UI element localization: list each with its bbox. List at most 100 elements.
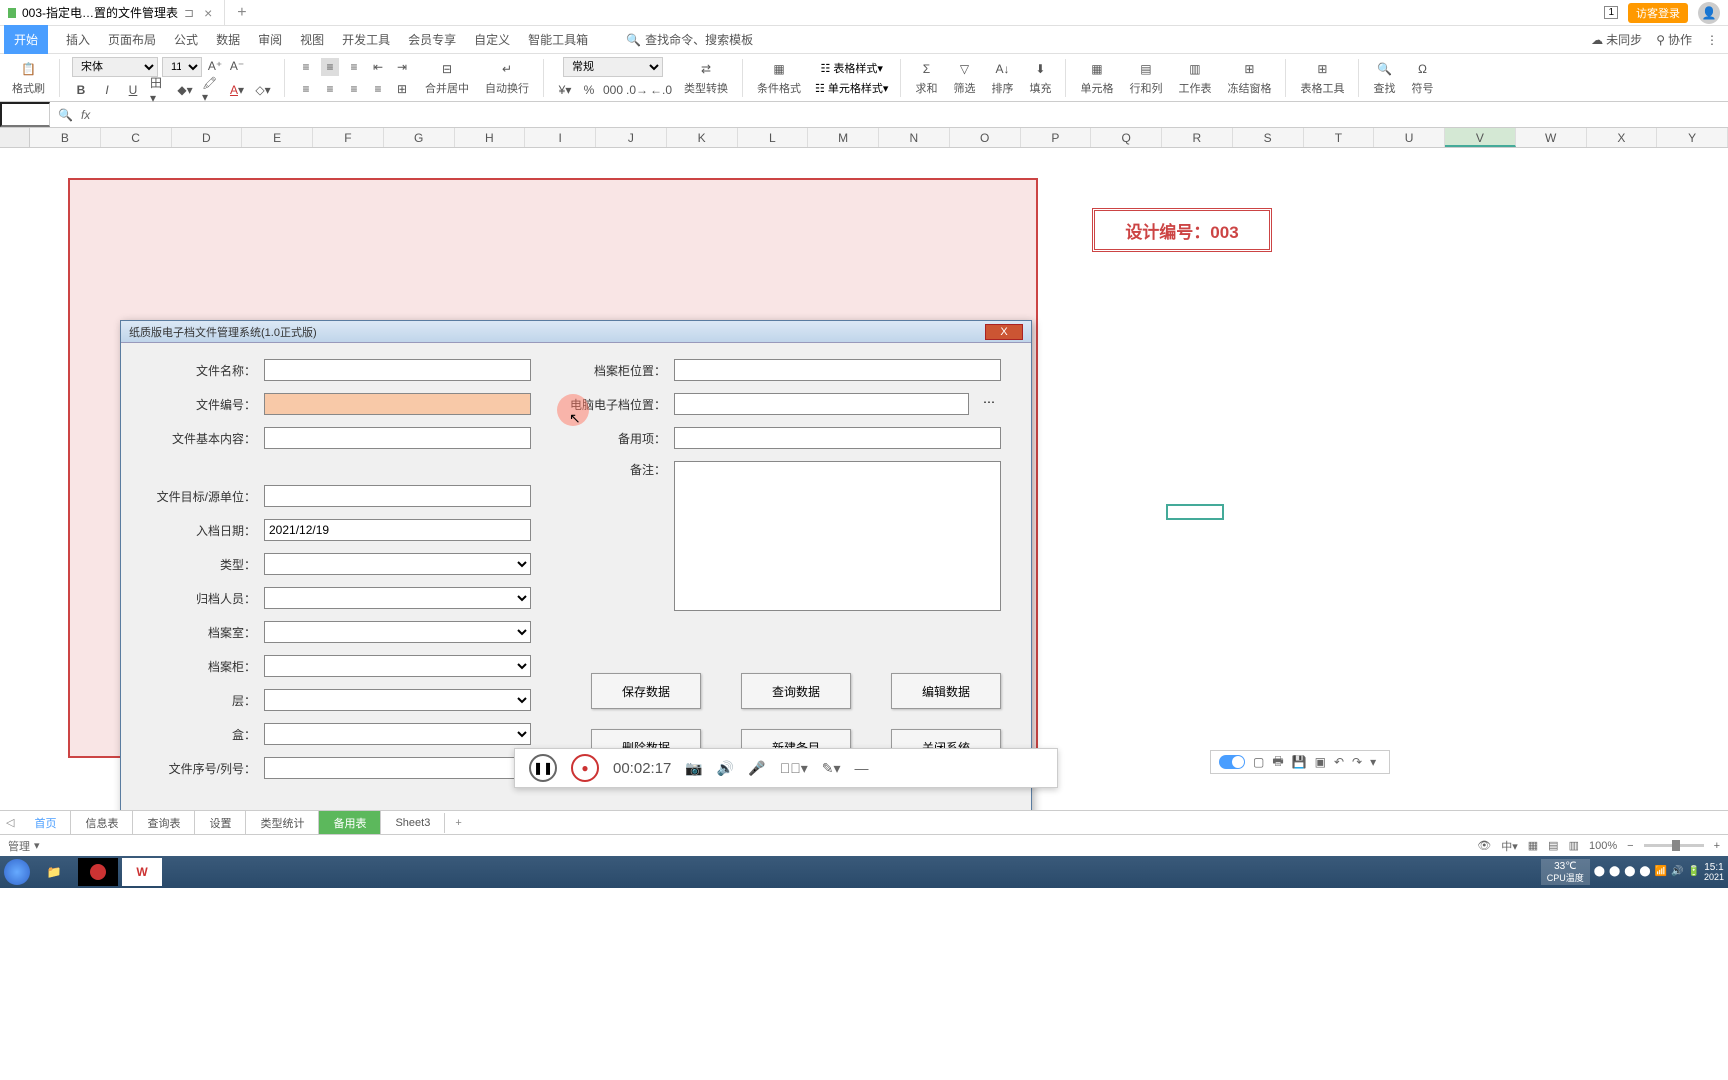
speaker-icon[interactable]: 🔊 — [717, 760, 734, 777]
sheet-info[interactable]: 信息表 — [71, 811, 133, 835]
menu-insert[interactable]: 插入 — [66, 31, 90, 48]
view-page-icon[interactable]: ▥ — [1569, 839, 1579, 852]
col-S[interactable]: S — [1233, 128, 1304, 147]
add-sheet-button[interactable]: + — [445, 817, 471, 829]
col-K[interactable]: K — [667, 128, 738, 147]
menu-smart[interactable]: 智能工具箱 — [528, 31, 588, 48]
name-box[interactable] — [0, 102, 50, 127]
new-tab-button[interactable]: + — [225, 4, 258, 22]
mic-icon[interactable]: 🎤 — [748, 760, 765, 777]
toggle-switch[interactable] — [1219, 755, 1245, 769]
sheet-area[interactable]: 设计编号：003 纸质版电子档文件管理系统(1.0正式版) X 文件名称： 文件… — [0, 148, 1728, 788]
menu-data[interactable]: 数据 — [216, 31, 240, 48]
tray-volume-icon[interactable]: 🔊 — [1671, 866, 1683, 877]
record-button[interactable]: ● — [571, 754, 599, 782]
worksheet-icon[interactable]: ▥ — [1186, 60, 1204, 78]
recording-toolbar[interactable]: ❚❚ ● 00:02:17 📷 🔊 🎤 🎤⃠▾ ✎▾ — — [514, 748, 1058, 788]
indent-dec-icon[interactable]: ⇤ — [369, 58, 387, 76]
loc-input[interactable] — [674, 359, 1001, 381]
box-select[interactable] — [264, 723, 531, 745]
col-G[interactable]: G — [384, 128, 455, 147]
number-format-select[interactable]: 常规 — [563, 57, 663, 77]
inc-decimal-icon[interactable]: .0→ — [628, 81, 646, 99]
underline-icon[interactable]: U — [124, 81, 142, 99]
clock-widget[interactable]: 15:12021 — [1704, 862, 1724, 883]
increase-font-icon[interactable]: A⁺ — [206, 57, 224, 75]
format-painter[interactable]: 格式刷 — [12, 80, 45, 96]
highlight-icon[interactable]: 🖍▾ — [202, 81, 220, 99]
paste-icon[interactable]: 📋 — [20, 60, 38, 78]
col-B[interactable]: B — [30, 128, 101, 147]
col-Y[interactable]: Y — [1657, 128, 1728, 147]
font-family-select[interactable]: 宋体 — [72, 57, 158, 77]
filter-icon[interactable]: ▽ — [955, 60, 973, 78]
menu-devtools[interactable]: 开发工具 — [342, 31, 390, 48]
sync-status[interactable]: ☁ 未同步 — [1591, 31, 1642, 48]
col-W[interactable]: W — [1516, 128, 1587, 147]
layer-select[interactable] — [264, 689, 531, 711]
col-I[interactable]: I — [525, 128, 596, 147]
camera-icon[interactable]: 📷 — [685, 760, 702, 777]
rowcol-icon[interactable]: ▤ — [1137, 60, 1155, 78]
dialog-close-button[interactable]: X — [985, 324, 1023, 340]
col-R[interactable]: R — [1162, 128, 1233, 147]
pen-icon[interactable]: ✎▾ — [822, 760, 841, 777]
tray-icon-1[interactable]: ⬤ — [1594, 866, 1605, 877]
align-right-icon[interactable]: ≡ — [345, 80, 363, 98]
symbol-icon[interactable]: Ω — [1413, 60, 1431, 78]
filename-input[interactable] — [264, 359, 531, 381]
sheet-settings[interactable]: 设置 — [195, 811, 246, 835]
login-button[interactable]: 访客登录 — [1628, 3, 1688, 23]
sheet-nav-prev[interactable]: ◁ — [0, 816, 20, 829]
eloc-input[interactable] — [674, 393, 969, 415]
zoom-out-button[interactable]: − — [1627, 840, 1633, 852]
sheet-home[interactable]: 首页 — [20, 811, 71, 835]
wrap-icon[interactable]: ↵ — [498, 60, 516, 78]
mic-off-icon[interactable]: 🎤⃠▾ — [780, 760, 808, 777]
menu-more-icon[interactable]: ⋮ — [1706, 31, 1718, 48]
col-H[interactable]: H — [455, 128, 526, 147]
table-tools-icon[interactable]: ⊞ — [1313, 60, 1331, 78]
menu-formula[interactable]: 公式 — [174, 31, 198, 48]
fill-color-icon[interactable]: ◆▾ — [176, 81, 194, 99]
fill-icon[interactable]: ⬇ — [1031, 60, 1049, 78]
border-icon[interactable]: 田▾ — [150, 81, 168, 99]
col-X[interactable]: X — [1587, 128, 1658, 147]
sort-icon[interactable]: A↓ — [993, 60, 1011, 78]
lang-icon[interactable]: 中▾ — [1501, 838, 1518, 854]
collab-button[interactable]: ⚲ 协作 — [1656, 31, 1692, 48]
tray-battery-icon[interactable]: 🔋 — [1688, 866, 1700, 877]
sheet-query[interactable]: 查询表 — [133, 811, 195, 835]
col-U[interactable]: U — [1374, 128, 1445, 147]
room-select[interactable] — [264, 621, 531, 643]
menu-view[interactable]: 视图 — [300, 31, 324, 48]
freeze-icon[interactable]: ⊞ — [1240, 60, 1258, 78]
tray-icon-3[interactable]: ⬤ — [1624, 866, 1635, 877]
print-icon[interactable]: 🖶 — [1272, 752, 1283, 773]
col-M[interactable]: M — [808, 128, 879, 147]
sum-icon[interactable]: Σ — [917, 60, 935, 78]
cell-style-btn[interactable]: ☷ 单元格样式▾ — [815, 80, 888, 96]
sheet-spare[interactable]: 备用表 — [319, 811, 381, 835]
tab-close-icon[interactable]: × — [200, 5, 216, 21]
merge-icon[interactable]: ⊟ — [438, 60, 456, 78]
date-input[interactable] — [264, 519, 531, 541]
content-input[interactable] — [264, 427, 531, 449]
redo-icon[interactable]: ↷ — [1352, 755, 1362, 769]
col-P[interactable]: P — [1021, 128, 1092, 147]
cell-icon[interactable]: ▦ — [1088, 60, 1106, 78]
spare-input[interactable] — [674, 427, 1001, 449]
italic-icon[interactable]: I — [98, 81, 116, 99]
command-search[interactable]: 🔍 查找命令、搜索模板 — [626, 31, 753, 48]
fx-icon[interactable]: fx — [81, 108, 90, 122]
wps-task[interactable]: W — [122, 858, 162, 886]
view-layout-icon[interactable]: ▤ — [1548, 839, 1558, 852]
eye-icon[interactable]: 👁 — [1477, 839, 1491, 852]
zoom-formula-icon[interactable]: 🔍 — [58, 108, 73, 122]
zoom-in-button[interactable]: + — [1714, 840, 1720, 852]
col-F[interactable]: F — [313, 128, 384, 147]
browse-button[interactable]: ⋯ — [977, 395, 1001, 413]
indent-inc-icon[interactable]: ⇥ — [393, 58, 411, 76]
col-V[interactable]: V — [1445, 128, 1516, 147]
recorder-task[interactable] — [78, 858, 118, 886]
